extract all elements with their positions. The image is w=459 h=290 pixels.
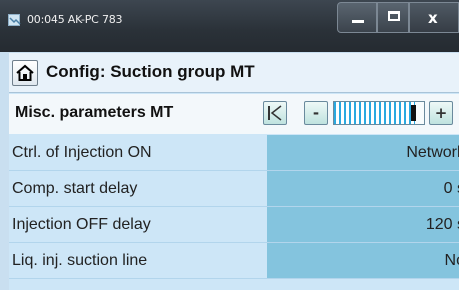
close-icon: x <box>428 9 438 27</box>
minimize-icon <box>352 20 364 23</box>
param-value[interactable]: No <box>267 243 459 278</box>
section-title: Misc. parameters MT <box>15 104 174 121</box>
param-label: Comp. start delay <box>9 171 267 206</box>
page-slider[interactable] <box>333 101 425 125</box>
page-slider-fill <box>334 102 415 124</box>
param-value-text: No <box>444 252 459 269</box>
previous-page-button[interactable]: - <box>304 101 328 125</box>
first-page-icon <box>264 102 286 124</box>
page-title: Config: Suction group MT <box>46 62 255 81</box>
param-label: Ctrl. of Injection ON <box>9 135 267 170</box>
next-page-button[interactable]: + <box>429 101 453 125</box>
minus-icon: - <box>312 104 320 122</box>
page-header: Config: Suction group MT <box>9 53 459 93</box>
maximize-icon <box>388 11 400 21</box>
param-value-text: Network <box>406 144 459 161</box>
param-value[interactable]: 120 s <box>267 207 459 242</box>
page-slider-thumb[interactable] <box>411 105 416 121</box>
param-value-text: 120 s <box>425 216 459 233</box>
plus-icon: + <box>434 104 448 122</box>
close-button[interactable]: x <box>409 2 459 33</box>
first-page-button[interactable] <box>263 101 287 125</box>
app-icon <box>8 14 21 26</box>
param-row[interactable]: Injection OFF delay 120 s <box>9 207 459 243</box>
param-value[interactable]: 0 s <box>267 171 459 206</box>
window-client-area: Config: Suction group MT Misc. parameter… <box>9 53 459 290</box>
param-row[interactable]: Liq. inj. suction line No <box>9 243 459 279</box>
param-label: Injection OFF delay <box>9 207 267 242</box>
maximize-button[interactable] <box>377 2 409 33</box>
minimize-button[interactable] <box>337 2 377 33</box>
param-row[interactable]: Comp. start delay 0 s <box>9 171 459 207</box>
param-value-text: 0 s <box>443 180 459 197</box>
section-nav-bar: Misc. parameters MT - + <box>9 94 459 134</box>
home-button[interactable] <box>12 60 38 86</box>
window-title: 00:045 AK-PC 783 <box>27 13 123 26</box>
param-row[interactable]: Ctrl. of Injection ON Network <box>9 135 459 171</box>
window-titlebar[interactable]: 00:045 AK-PC 783 x <box>0 0 459 52</box>
param-label: Liq. inj. suction line <box>9 243 267 278</box>
home-icon <box>16 64 34 81</box>
param-value[interactable]: Network <box>267 135 459 170</box>
